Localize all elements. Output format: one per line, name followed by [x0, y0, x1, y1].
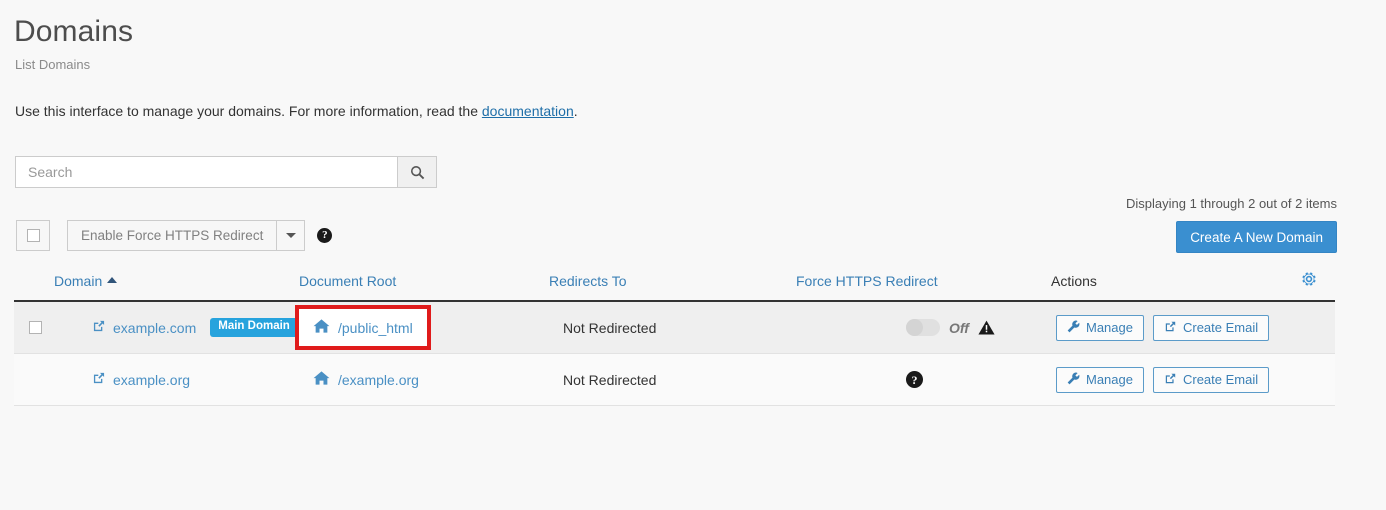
table-row: example.com Main Domain /public_html Not…: [14, 301, 1335, 354]
domains-table: Domain Document Root Redirects To Force …: [14, 262, 1335, 406]
bulk-action-dropdown-toggle[interactable]: [277, 220, 306, 251]
document-root-path: /example.org: [338, 371, 419, 388]
sort-asc-icon: [107, 277, 118, 283]
row-actions-cell: Manage Create Email: [1051, 301, 1300, 354]
external-link-icon: [1164, 372, 1177, 388]
row-force-https-cell: Off: [796, 301, 1051, 354]
manage-label: Manage: [1086, 320, 1133, 335]
create-email-button[interactable]: Create Email: [1152, 314, 1270, 341]
toggle-knob: [906, 319, 923, 336]
document-root-link[interactable]: /example.org: [313, 370, 419, 389]
header-settings-cell: [1300, 262, 1335, 302]
row-redirects-to-wrap: Not Redirected: [549, 372, 796, 388]
table-row: example.org /example.org Not Redirected …: [14, 353, 1335, 406]
row-domain-cell: example.com Main Domain: [54, 301, 299, 354]
row-redirects-to-cell: Not Redirected: [549, 353, 796, 406]
domains-page: Domains List Domains Use this interface …: [0, 0, 1386, 510]
intro-text-before: Use this interface to manage your domain…: [15, 103, 482, 119]
toggle-state-label: Off: [949, 319, 969, 336]
create-email-label: Create Email: [1182, 320, 1259, 335]
header-checkbox-cell: [14, 262, 54, 302]
question-mark-icon[interactable]: ?: [906, 371, 923, 388]
create-email-label: Create Email: [1182, 372, 1259, 387]
manage-label: Manage: [1086, 372, 1133, 387]
domain-name: example.com: [113, 319, 197, 336]
force-https-wrap: Off: [796, 319, 1051, 336]
row-actions-cell: Manage Create Email: [1051, 353, 1300, 406]
search-input[interactable]: [15, 156, 397, 188]
row-select-checkbox[interactable]: [29, 321, 42, 334]
warning-triangle-icon[interactable]: [978, 320, 995, 335]
domain-link[interactable]: example.org: [92, 371, 190, 388]
row-document-root-cell: /example.org: [299, 353, 549, 406]
search-button[interactable]: [397, 156, 437, 188]
sort-domain-link[interactable]: Domain: [54, 272, 118, 289]
row-document-root-wrap: /public_html: [295, 305, 549, 350]
breadcrumb: List Domains: [15, 57, 91, 72]
row-document-root-cell: /public_html: [295, 301, 549, 354]
page-title: Domains: [14, 15, 134, 48]
documentation-link[interactable]: documentation: [482, 103, 574, 119]
row-document-root-wrap: /example.org: [299, 370, 549, 389]
force-https-toggle[interactable]: [906, 319, 940, 336]
row-domain-wrap: example.org: [54, 371, 299, 388]
external-link-icon: [92, 319, 106, 336]
chevron-down-icon: [285, 233, 296, 238]
question-mark-icon[interactable]: ?: [317, 228, 333, 243]
row-settings-cell: [1300, 301, 1335, 354]
create-a-new-domain-button[interactable]: Create A New Domain: [1176, 221, 1337, 253]
row-checkbox-wrap: [14, 321, 54, 334]
search-icon: [410, 165, 425, 180]
displaying-count: Displaying 1 through 2 out of 2 items: [1125, 196, 1337, 211]
wrench-icon: [1067, 320, 1080, 336]
status-badge: Main Domain: [210, 318, 298, 337]
manage-button[interactable]: Manage: [1056, 314, 1144, 341]
table-header-row: Domain Document Root Redirects To Force …: [14, 262, 1335, 302]
header-force-https-redirect: Force HTTPS Redirect: [796, 262, 1051, 302]
row-redirects-to-wrap: Not Redirected: [549, 320, 796, 336]
bulk-action-toolbar: Enable Force HTTPS Redirect ?: [16, 220, 333, 251]
bulk-action-button[interactable]: Enable Force HTTPS Redirect: [67, 220, 278, 251]
domain-link[interactable]: example.com: [92, 319, 196, 336]
redirects-to-value: Not Redirected: [563, 371, 657, 388]
wrench-icon: [1067, 372, 1080, 388]
redirects-to-value: Not Redirected: [563, 319, 657, 336]
home-icon: [313, 318, 330, 337]
gear-icon[interactable]: [1300, 272, 1318, 291]
row-checkbox-cell: [14, 353, 54, 406]
select-all-checkbox-wrap[interactable]: [16, 220, 50, 251]
sort-document-root-link[interactable]: Document Root: [299, 273, 396, 289]
force-https-wrap: ?: [796, 371, 1051, 388]
manage-button[interactable]: Manage: [1056, 366, 1144, 393]
row-actions-wrap: Manage Create Email: [1051, 366, 1300, 393]
home-icon: [313, 370, 330, 389]
create-email-button[interactable]: Create Email: [1152, 366, 1270, 393]
header-domain-label: Domain: [54, 272, 103, 289]
row-redirects-to-cell: Not Redirected: [549, 301, 796, 354]
domain-name: example.org: [113, 371, 191, 388]
header-actions: Actions: [1051, 262, 1300, 302]
intro-text-after: .: [573, 103, 578, 119]
external-link-icon: [1164, 320, 1177, 336]
document-root-path: /public_html: [338, 319, 413, 336]
document-root-highlight: /public_html: [295, 305, 431, 350]
row-domain-cell: example.org: [54, 353, 299, 406]
document-root-link[interactable]: /public_html: [313, 318, 413, 337]
row-force-https-cell: ?: [796, 353, 1051, 406]
row-actions-wrap: Manage Create Email: [1051, 314, 1300, 341]
header-domain: Domain: [54, 262, 299, 302]
sort-redirects-to-link[interactable]: Redirects To: [549, 273, 627, 289]
header-redirects-to: Redirects To: [549, 262, 796, 302]
select-all-checkbox[interactable]: [26, 229, 40, 242]
row-checkbox-cell: [14, 301, 54, 354]
header-document-root: Document Root: [299, 262, 549, 302]
search-group: [15, 156, 437, 188]
sort-force-https-link[interactable]: Force HTTPS Redirect: [796, 273, 938, 289]
bulk-action-split-button: Enable Force HTTPS Redirect: [67, 220, 306, 251]
intro-text: Use this interface to manage your domain…: [15, 102, 578, 120]
row-settings-cell: [1300, 353, 1335, 406]
external-link-icon: [92, 371, 106, 388]
row-domain-wrap: example.com Main Domain: [54, 318, 299, 337]
